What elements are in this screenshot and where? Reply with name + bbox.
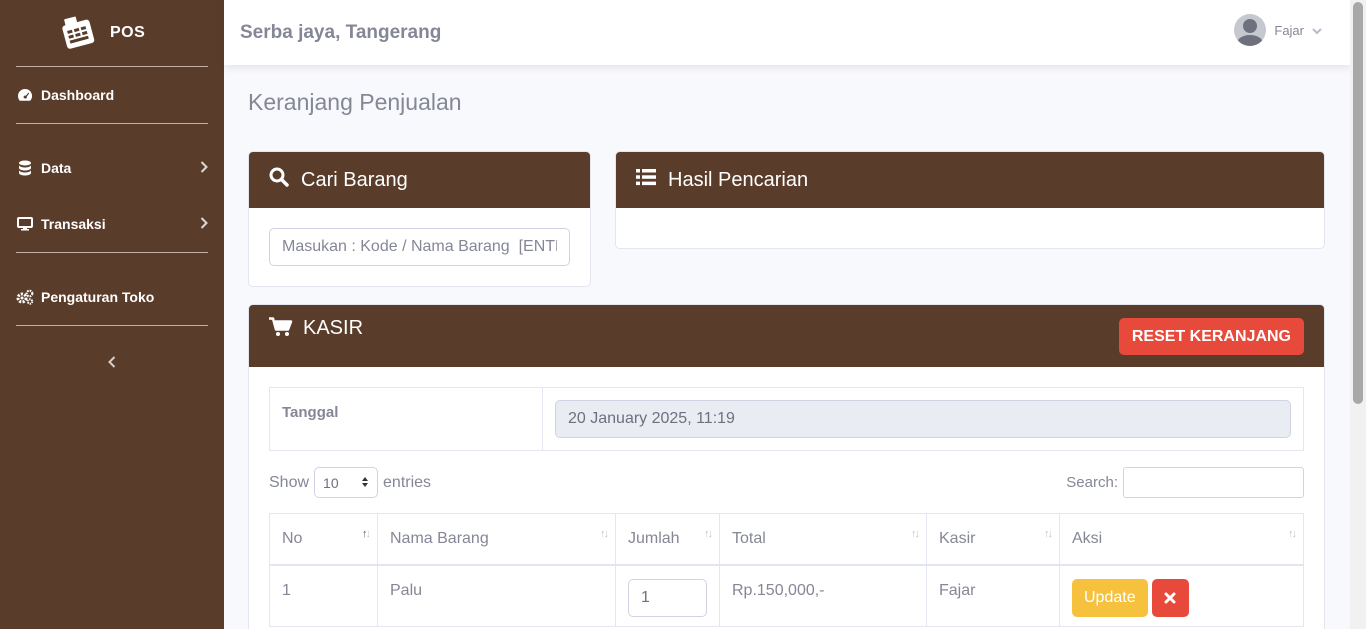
cell-kasir: Fajar <box>926 564 1060 627</box>
user-name: Fajar <box>1274 22 1304 38</box>
table-row: 1 Palu 1 Rp.150,000,- Fajar Update <box>269 564 1304 627</box>
sort-icon: ↑↓ <box>704 528 713 540</box>
column-header-label: Aksi <box>1072 529 1103 547</box>
sort-arrows-icon <box>361 475 369 491</box>
column-header-jumlah[interactable]: Jumlah ↑↓ <box>615 513 720 566</box>
shopping-cart-icon <box>269 317 299 343</box>
show-entries: Show 10 entries <box>269 467 431 498</box>
avatar <box>1234 14 1267 46</box>
column-header-kasir[interactable]: Kasir ↑↓ <box>926 513 1060 566</box>
tanggal-label: Tanggal <box>282 404 339 421</box>
hasil-pencarian-card: Hasil Pencarian <box>615 151 1325 249</box>
reset-keranjang-button[interactable]: RESET KERANJANG <box>1118 318 1304 355</box>
desktop-icon <box>16 216 34 232</box>
hasil-pencarian-title: Hasil Pencarian <box>668 168 809 191</box>
entries-select[interactable]: 10 <box>314 467 379 498</box>
cogs-icon <box>16 289 34 305</box>
list-icon <box>636 168 662 192</box>
scrollbar[interactable] <box>1350 0 1366 629</box>
tanggal-table: Tanggal 20 January 2025, 11:19 <box>269 387 1304 451</box>
cell-aksi: Update <box>1059 564 1304 627</box>
sidebar-item-transaksi[interactable]: Transaksi <box>0 196 224 252</box>
sort-icon: ↑↓ <box>362 528 371 540</box>
show-label: Show <box>269 473 310 491</box>
kasir-header: KASIR RESET KERANJANG <box>249 305 1324 367</box>
user-dropdown[interactable]: Fajar <box>1234 14 1322 46</box>
column-header-label: Total <box>732 529 766 547</box>
brand-title: POS <box>110 24 146 41</box>
cari-barang-title: Cari Barang <box>301 168 408 191</box>
store-name: Serba jaya, Tangerang <box>240 21 442 43</box>
tanggal-field: 20 January 2025, 11:19 <box>555 400 1291 438</box>
column-header-no[interactable]: No ↑↓ <box>269 513 378 566</box>
cari-barang-header: Cari Barang <box>249 152 590 208</box>
delete-button[interactable] <box>1151 578 1189 617</box>
search-barang-input[interactable] <box>269 228 570 266</box>
sidebar-item-label: Dashboard <box>41 87 115 103</box>
sort-icon: ↑↓ <box>911 528 920 540</box>
kasir-title: KASIR <box>303 317 364 339</box>
update-button[interactable]: Update <box>1072 578 1148 617</box>
sidebar-divider <box>16 252 208 253</box>
table-search-input[interactable] <box>1123 467 1304 498</box>
cari-barang-card: Cari Barang <box>248 151 591 287</box>
tachometer-icon <box>16 87 34 103</box>
entries-value: 10 <box>323 474 339 491</box>
sidebar-item-label: Pengaturan Toko <box>41 289 155 305</box>
sidebar-divider <box>16 123 208 124</box>
sort-icon: ↑↓ <box>1044 528 1053 540</box>
sidebar-item-label: Data <box>41 160 72 176</box>
sidebar-item-pengaturan-toko[interactable]: Pengaturan Toko <box>0 269 224 325</box>
chevron-right-icon <box>200 216 208 232</box>
sidebar-toggle-button[interactable] <box>0 352 224 373</box>
sidebar-item-label: Transaksi <box>41 216 106 232</box>
column-header-total[interactable]: Total ↑↓ <box>719 513 927 566</box>
sidebar: POS Dashboard Data Transaksi Pengaturan … <box>0 0 224 629</box>
cell-jumlah: 1 <box>615 564 720 627</box>
sidebar-brand[interactable]: POS <box>0 0 224 66</box>
cell-total: Rp.150,000,- <box>719 564 927 627</box>
kasir-card: KASIR RESET KERANJANG Tanggal 20 January… <box>248 304 1325 629</box>
tanggal-value: 20 January 2025, 11:19 <box>568 410 735 427</box>
column-header-nama-barang[interactable]: Nama Barang ↑↓ <box>377 513 616 566</box>
sidebar-item-dashboard[interactable]: Dashboard <box>0 67 224 123</box>
entries-label: entries <box>383 473 432 491</box>
sidebar-item-data[interactable]: Data <box>0 140 224 196</box>
cell-nama-barang: Palu <box>377 564 616 627</box>
keranjang-table: No ↑↓ Nama Barang ↑↓ Jumlah ↑↓ Total ↑↓ Kasi… <box>269 513 1304 627</box>
close-icon <box>1164 592 1176 603</box>
column-header-label: Jumlah <box>628 529 680 547</box>
search-icon <box>269 167 295 193</box>
hasil-pencarian-header: Hasil Pencarian <box>616 152 1324 208</box>
quantity-value: 1 <box>641 588 650 606</box>
database-icon <box>16 160 34 176</box>
table-search: Search: <box>1066 467 1304 498</box>
sidebar-divider <box>16 325 208 326</box>
sort-icon: ↑↓ <box>600 528 609 540</box>
column-header-label: Kasir <box>939 529 976 547</box>
sort-icon: ↑↓ <box>1288 528 1297 540</box>
table-search-label: Search: <box>1066 474 1118 491</box>
chevron-left-icon <box>108 352 116 372</box>
column-header-label: No <box>282 529 303 547</box>
cash-register-icon <box>60 14 98 52</box>
chevron-down-icon <box>1312 23 1322 38</box>
tanggal-separator <box>542 388 543 450</box>
cell-no: 1 <box>269 564 378 627</box>
scrollbar-thumb[interactable] <box>1353 2 1363 404</box>
page-title: Keranjang Penjualan <box>248 89 462 115</box>
topbar: Serba jaya, Tangerang Fajar <box>224 0 1350 65</box>
chevron-right-icon <box>200 160 208 176</box>
quantity-input[interactable]: 1 <box>628 578 707 617</box>
column-header-label: Nama Barang <box>390 529 489 547</box>
table-header-row: No ↑↓ Nama Barang ↑↓ Jumlah ↑↓ Total ↑↓ Kasi… <box>269 513 1304 566</box>
column-header-aksi[interactable]: Aksi ↑↓ <box>1059 513 1304 566</box>
